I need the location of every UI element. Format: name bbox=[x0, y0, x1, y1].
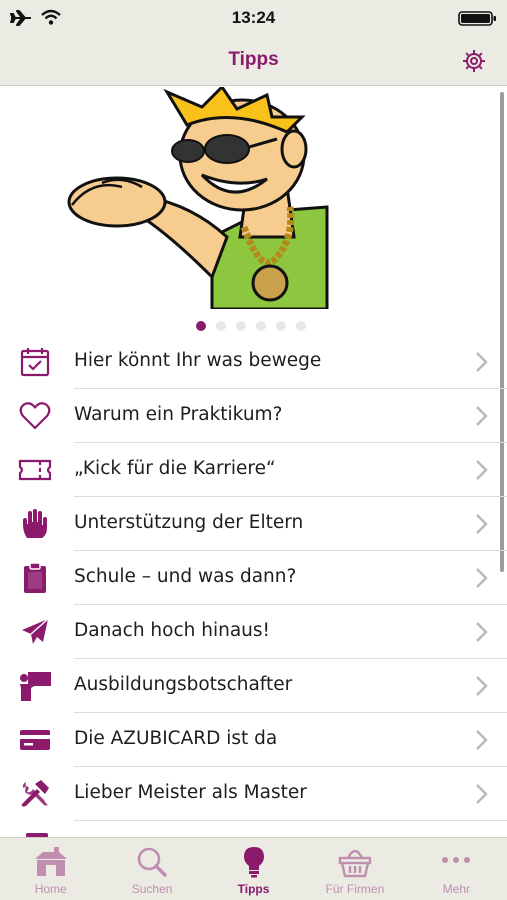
list-item-label: Hier könnt Ihr was bewege bbox=[74, 350, 322, 371]
chevron-right-icon bbox=[476, 352, 488, 372]
calendar-check-icon bbox=[18, 345, 52, 379]
list-item[interactable]: Schule – und was dann? bbox=[24, 551, 507, 605]
tips-carousel[interactable] bbox=[0, 87, 507, 337]
list-item[interactable]: Hier könnt Ihr was bewege bbox=[20, 335, 507, 389]
credit-card-icon bbox=[18, 723, 52, 757]
tab-home[interactable]: Home bbox=[0, 838, 101, 900]
status-time: 13:24 bbox=[231, 8, 276, 27]
tools-icon bbox=[18, 777, 52, 811]
list-item-label: Warum ein Praktikum? bbox=[74, 404, 283, 425]
tab-label: Tipps bbox=[237, 882, 270, 896]
chevron-right-icon bbox=[476, 460, 488, 480]
chevron-right-icon bbox=[476, 676, 488, 696]
list-item[interactable]: Die AZUBICARD ist da bbox=[20, 713, 507, 767]
tab-bar: Home Suchen Tipps Für Firmen Mehr bbox=[0, 837, 507, 900]
more-dots-icon bbox=[442, 857, 471, 863]
navigation-bar: Tipps bbox=[0, 36, 507, 86]
list-item[interactable]: Unterstützung der Eltern bbox=[23, 497, 507, 551]
list-item-label: Lieber Meister als Master bbox=[74, 782, 307, 803]
tab-label: Mehr bbox=[442, 882, 470, 896]
page-dot[interactable] bbox=[216, 321, 226, 331]
settings-gear-icon[interactable] bbox=[461, 48, 487, 74]
tab-label: Suchen bbox=[131, 882, 173, 896]
basket-icon bbox=[338, 849, 372, 878]
list-item[interactable]: Lieber Meister als Master bbox=[21, 767, 507, 821]
ticket-icon bbox=[18, 453, 52, 487]
page-dot[interactable] bbox=[296, 321, 306, 331]
list-item-label: Schule – und was dann? bbox=[74, 566, 297, 587]
list-item-partial[interactable] bbox=[0, 821, 507, 837]
presenter-icon bbox=[18, 669, 52, 703]
chevron-right-icon bbox=[476, 568, 488, 588]
chevron-right-icon bbox=[476, 406, 488, 426]
chevron-right-icon bbox=[476, 514, 488, 534]
chevron-right-icon bbox=[476, 730, 488, 750]
paper-plane-icon bbox=[18, 615, 52, 649]
tab-tipps[interactable]: Tipps bbox=[203, 838, 304, 900]
tab-fuer-firmen[interactable]: Für Firmen bbox=[304, 838, 405, 900]
tips-list: Hier könnt Ihr was bewege Warum ein Prak… bbox=[0, 335, 507, 821]
page-dot[interactable] bbox=[236, 321, 246, 331]
page-dot[interactable] bbox=[196, 321, 206, 331]
house-icon bbox=[34, 847, 67, 876]
chevron-right-icon bbox=[476, 784, 488, 804]
list-item[interactable]: „Kick für die Karriere“ bbox=[18, 443, 507, 497]
list-item[interactable]: Warum ein Praktikum? bbox=[19, 389, 507, 443]
list-item[interactable]: Danach hoch hinaus! bbox=[22, 605, 507, 659]
list-item-label: Danach hoch hinaus! bbox=[74, 620, 270, 641]
list-item[interactable]: Ausbildungsbotschafter bbox=[20, 659, 507, 713]
list-item-label: Ausbildungsbotschafter bbox=[74, 674, 293, 695]
magnifier-icon bbox=[137, 847, 167, 877]
cartoon-illustration bbox=[67, 87, 329, 309]
tab-label: Für Firmen bbox=[325, 882, 385, 896]
page-dot[interactable] bbox=[256, 321, 266, 331]
lightbulb-icon bbox=[243, 847, 264, 878]
chevron-right-icon bbox=[476, 622, 488, 642]
list-item-label: Unterstützung der Eltern bbox=[74, 512, 304, 533]
battery-icon bbox=[458, 11, 496, 26]
heart-icon bbox=[18, 399, 52, 433]
carousel-page-indicator[interactable] bbox=[196, 321, 306, 333]
status-bar: 13:24 bbox=[0, 0, 507, 36]
tab-mehr[interactable]: Mehr bbox=[406, 838, 507, 900]
tab-search[interactable]: Suchen bbox=[101, 838, 202, 900]
tab-label: Home bbox=[34, 882, 67, 896]
page-title: Tipps bbox=[228, 49, 279, 70]
page-dot[interactable] bbox=[276, 321, 286, 331]
clipboard-icon bbox=[18, 561, 52, 595]
hand-icon bbox=[18, 507, 52, 541]
list-item-label: „Kick für die Karriere“ bbox=[74, 458, 276, 479]
list-item-label: Die AZUBICARD ist da bbox=[74, 728, 278, 749]
